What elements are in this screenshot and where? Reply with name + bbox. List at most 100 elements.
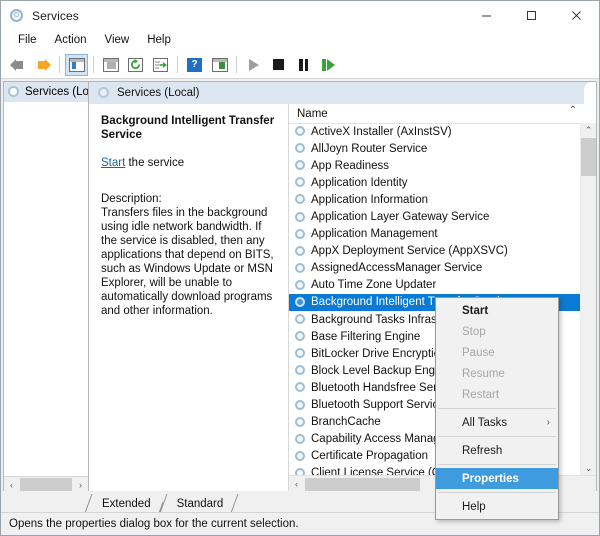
service-name-label: Auto Time Zone Updater xyxy=(311,279,437,292)
table-row[interactable]: ActiveX Installer (AxInstSV) xyxy=(289,123,581,140)
description-text: Transfers files in the background using … xyxy=(101,207,274,317)
context-menu-item-refresh[interactable]: Refresh xyxy=(436,440,558,461)
table-row[interactable]: Application Layer Gateway Service xyxy=(289,208,581,225)
context-menu-item-label: Pause xyxy=(462,346,495,359)
list-scroll-down-arrow[interactable]: ⌄ xyxy=(581,461,596,476)
service-gear-icon xyxy=(294,296,307,309)
service-gear-icon xyxy=(294,433,307,446)
service-gear-icon xyxy=(294,450,307,463)
start-service-icon[interactable] xyxy=(242,54,265,76)
export-list-icon[interactable] xyxy=(149,54,172,76)
window-controls xyxy=(464,1,599,30)
help-icon[interactable]: ? xyxy=(183,54,206,76)
minimize-button[interactable] xyxy=(464,1,509,30)
back-arrow-icon[interactable] xyxy=(6,54,29,76)
service-name-label: Application Management xyxy=(311,228,438,241)
service-name-label: Bluetooth Support Service xyxy=(311,399,445,412)
tab-extended[interactable]: Extended xyxy=(88,494,163,513)
tree-scroll-right-arrow[interactable]: › xyxy=(73,477,88,492)
window-title: Services xyxy=(32,8,79,23)
list-scroll-left-arrow[interactable]: ‹ xyxy=(289,477,304,492)
context-menu-item-start[interactable]: Start xyxy=(436,300,558,321)
service-gear-icon xyxy=(294,159,307,172)
service-gear-icon xyxy=(294,193,307,206)
services-gear-icon xyxy=(7,85,21,99)
service-gear-icon xyxy=(294,399,307,412)
start-service-rest: the service xyxy=(125,157,185,169)
list-scroll-up-arrow[interactable]: ⌃ xyxy=(581,123,596,138)
service-name-label: ActiveX Installer (AxInstSV) xyxy=(311,125,452,138)
menu-action[interactable]: Action xyxy=(46,31,96,50)
tree-item-label: Services (Loca xyxy=(25,86,88,98)
description-label: Description: xyxy=(101,193,162,205)
service-name-label: Application Information xyxy=(311,193,428,206)
show-hide-action-pane-icon[interactable] xyxy=(208,54,231,76)
refresh-icon[interactable] xyxy=(124,54,147,76)
tree-scroll-left-arrow[interactable]: ‹ xyxy=(4,477,19,492)
forward-arrow-icon[interactable] xyxy=(31,54,54,76)
tab-standard[interactable]: Standard xyxy=(162,494,236,513)
table-row[interactable]: Application Information xyxy=(289,191,581,208)
service-gear-icon xyxy=(294,330,307,343)
context-menu-separator xyxy=(438,492,556,493)
toolbar-separator xyxy=(177,56,178,73)
context-menu-item-restart: Restart xyxy=(436,384,558,405)
menu-help[interactable]: Help xyxy=(138,31,180,50)
service-name-label: Certificate Propagation xyxy=(311,450,428,463)
table-row[interactable]: Application Identity xyxy=(289,174,581,191)
toolbar: ? xyxy=(1,51,599,79)
close-button[interactable] xyxy=(554,1,599,30)
service-gear-icon xyxy=(294,279,307,292)
toolbar-separator xyxy=(59,56,60,73)
table-row[interactable]: App Readiness xyxy=(289,157,581,174)
menu-view[interactable]: View xyxy=(96,31,139,50)
context-menu-item-help[interactable]: Help xyxy=(436,496,558,517)
service-name-label: BranchCache xyxy=(311,416,381,429)
sort-ascending-icon: ⌃ xyxy=(568,105,577,116)
stop-service-icon[interactable] xyxy=(267,54,290,76)
list-vertical-scrollbar[interactable]: ⌃ ⌄ xyxy=(580,123,596,476)
properties-window-icon[interactable] xyxy=(99,54,122,76)
list-horizontal-scrollbar-thumb[interactable] xyxy=(305,477,420,491)
table-row[interactable]: AssignedAccessManager Service xyxy=(289,260,581,277)
context-menu-item-resume: Resume xyxy=(436,363,558,384)
show-hide-console-tree-icon[interactable] xyxy=(65,53,88,76)
table-row[interactable]: Auto Time Zone Updater xyxy=(289,277,581,294)
service-gear-icon xyxy=(294,416,307,429)
context-menu-item-label: Start xyxy=(462,304,489,317)
service-detail-panel: Background Intelligent Transfer Service … xyxy=(89,104,289,492)
table-row[interactable]: AppX Deployment Service (AppXSVC) xyxy=(289,243,581,260)
tree-horizontal-scrollbar[interactable]: ‹ › xyxy=(4,476,88,492)
service-name-label: Application Identity xyxy=(311,176,408,189)
services-gear-icon xyxy=(9,8,25,24)
start-service-link[interactable]: Start xyxy=(101,157,125,169)
service-name-label: AppX Deployment Service (AppXSVC) xyxy=(311,245,508,258)
console-tree-pane: Services (Loca ‹ › xyxy=(3,81,88,493)
restart-service-icon[interactable] xyxy=(317,54,340,76)
service-name-label: App Readiness xyxy=(311,159,389,172)
submenu-chevron-right-icon: › xyxy=(546,417,550,428)
context-menu-item-properties[interactable]: Properties xyxy=(436,468,558,489)
tree-item-services-local[interactable]: Services (Loca xyxy=(4,82,88,102)
context-menu-item-label: Help xyxy=(462,500,486,513)
column-header-label: Name xyxy=(297,107,328,120)
table-row[interactable]: AllJoyn Router Service xyxy=(289,140,581,157)
menu-file[interactable]: File xyxy=(9,31,46,50)
list-vertical-scrollbar-thumb[interactable] xyxy=(581,138,596,176)
service-gear-icon xyxy=(294,245,307,258)
service-gear-icon xyxy=(294,262,307,275)
service-detail-title: Background Intelligent Transfer Service xyxy=(101,115,275,141)
tree-scrollbar-thumb[interactable] xyxy=(20,478,72,491)
list-column-header-name[interactable]: Name xyxy=(289,104,596,124)
pane-header-label: Services (Local) xyxy=(117,87,200,99)
service-name-label: AssignedAccessManager Service xyxy=(311,262,483,275)
context-menu-separator xyxy=(438,436,556,437)
maximize-button[interactable] xyxy=(509,1,554,30)
table-row[interactable]: Application Management xyxy=(289,226,581,243)
title-bar: Services xyxy=(1,1,599,30)
service-gear-icon xyxy=(294,176,307,189)
context-menu-separator xyxy=(438,408,556,409)
context-menu-item-all-tasks[interactable]: All Tasks › xyxy=(436,412,558,433)
pause-service-icon[interactable] xyxy=(292,54,315,76)
services-window: Services File Action View Help ? Service… xyxy=(0,0,600,536)
